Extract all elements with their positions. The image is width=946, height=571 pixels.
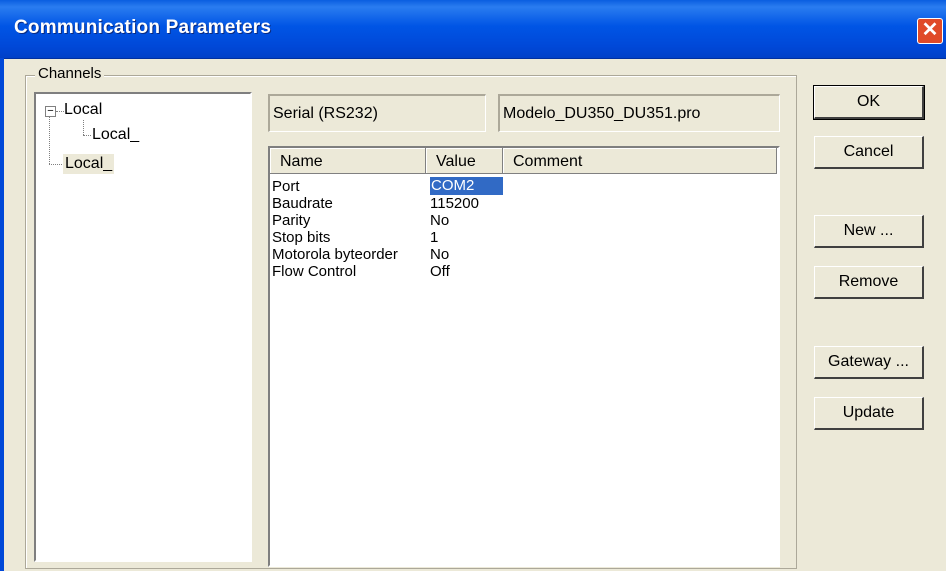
connection-type-field: Serial (RS232) (268, 94, 486, 132)
collapse-icon[interactable]: − (45, 106, 56, 117)
row-name-motorola-byteorder[interactable]: Motorola byteorder (272, 247, 398, 262)
row-value-baudrate[interactable]: 115200 (430, 196, 479, 211)
row-name-port[interactable]: Port (272, 179, 300, 194)
ok-button[interactable]: OK (813, 85, 925, 120)
tree-item-local-selected[interactable]: Local_ (63, 154, 115, 174)
new-button[interactable]: New ... (814, 215, 924, 248)
cancel-button[interactable]: Cancel (814, 136, 924, 169)
parameters-table[interactable] (268, 146, 780, 567)
window-title: Communication Parameters (14, 17, 272, 38)
gateway-button[interactable]: Gateway ... (814, 346, 924, 379)
tree-connector (49, 164, 64, 165)
column-header-comment[interactable]: Comment (503, 148, 777, 174)
tree-item-local[interactable]: Local (64, 101, 102, 119)
row-value-motorola-byteorder[interactable]: No (430, 247, 449, 262)
update-button[interactable]: Update (814, 397, 924, 430)
row-value-port[interactable]: COM2 (430, 177, 503, 195)
tree-connector (56, 111, 64, 112)
row-value-flow-control[interactable]: Off (430, 264, 450, 279)
close-button[interactable]: ✕ (917, 18, 943, 44)
tree-connector (83, 135, 91, 136)
tree-connector (49, 117, 50, 164)
column-header-name[interactable]: Name (270, 148, 426, 174)
row-name-baudrate[interactable]: Baudrate (272, 196, 333, 211)
row-name-flow-control[interactable]: Flow Control (272, 264, 356, 279)
channels-label: Channels (35, 65, 105, 82)
tree-connector (83, 120, 84, 135)
row-name-stop-bits[interactable]: Stop bits (272, 230, 330, 245)
project-file-field: Modelo_DU350_DU351.pro (498, 94, 780, 132)
remove-button[interactable]: Remove (814, 266, 924, 299)
column-header-value[interactable]: Value (426, 148, 503, 174)
tree-item-local-child[interactable]: Local_ (92, 126, 139, 144)
window-frame-left (0, 58, 4, 571)
row-name-parity[interactable]: Parity (272, 213, 310, 228)
row-value-stop-bits[interactable]: 1 (430, 230, 438, 245)
row-value-parity[interactable]: No (430, 213, 449, 228)
